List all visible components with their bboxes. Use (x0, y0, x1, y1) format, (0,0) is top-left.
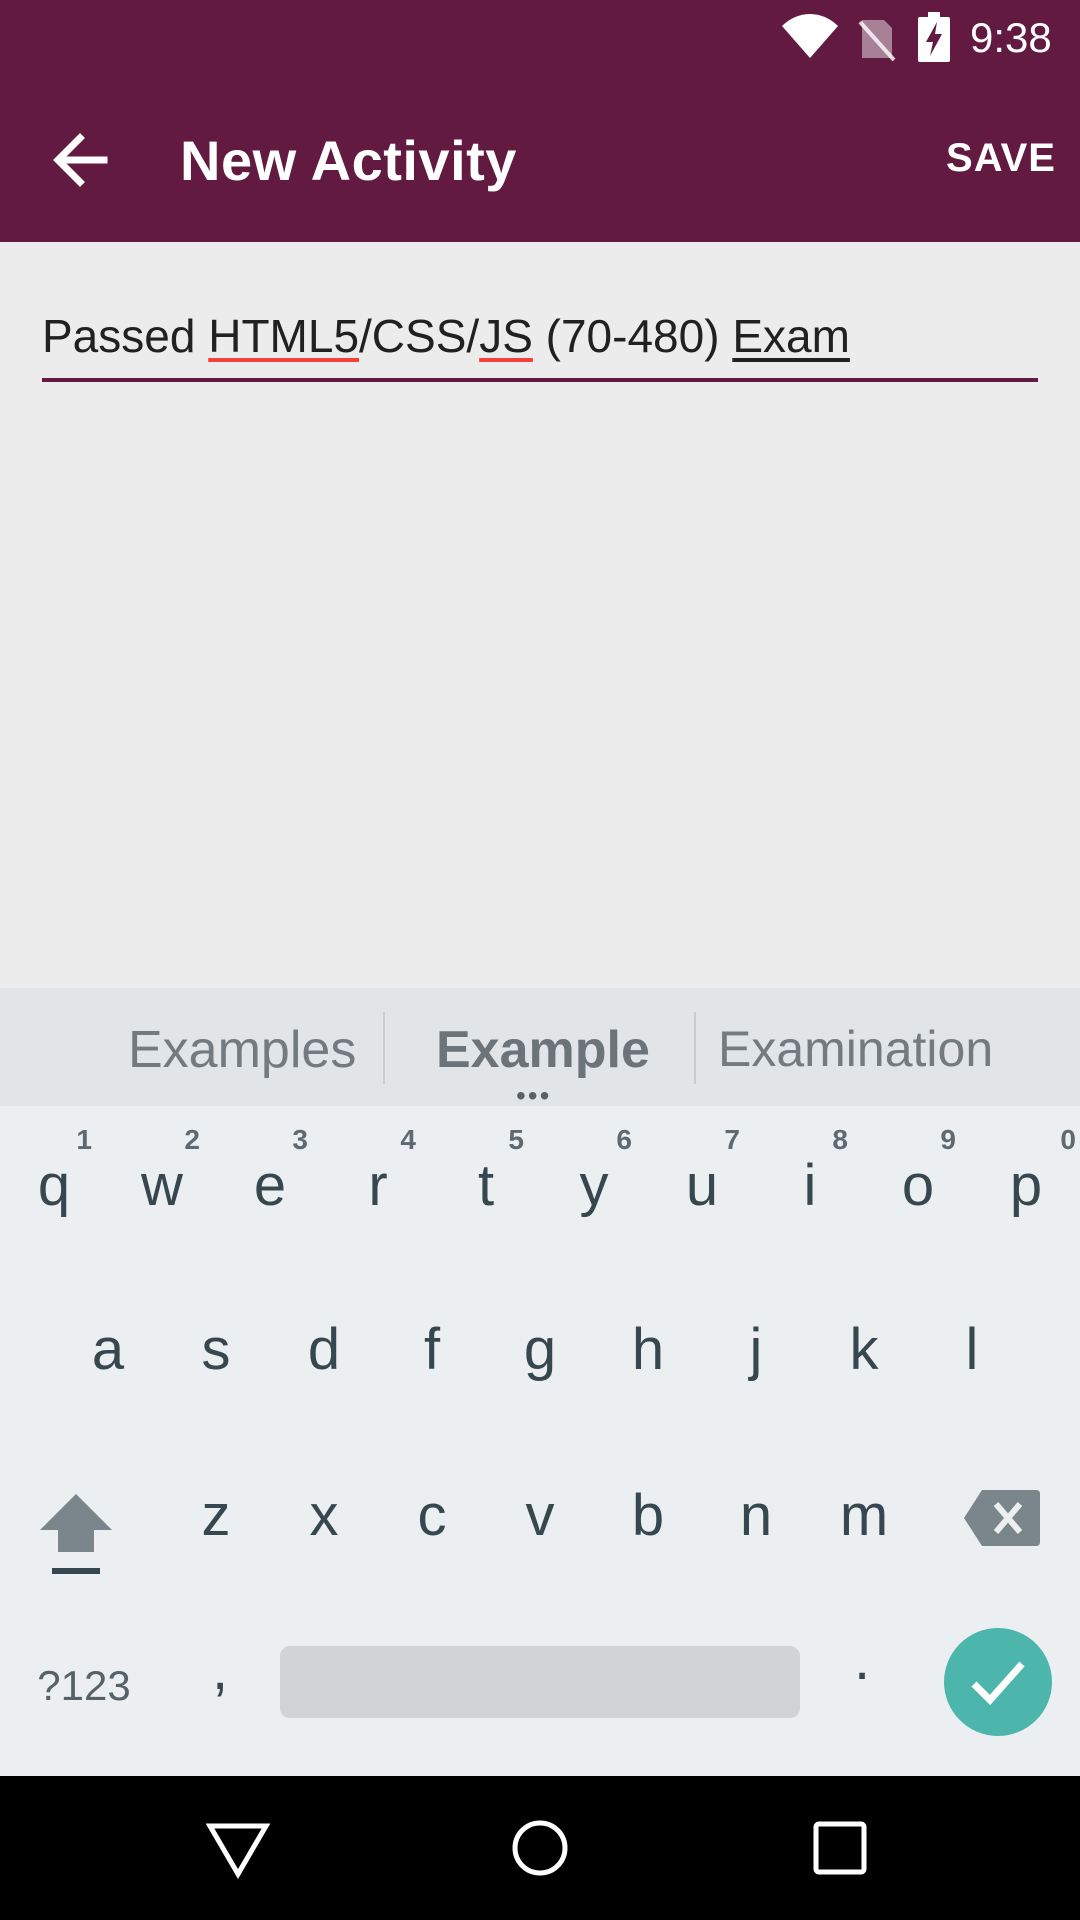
key-v[interactable]: v (486, 1436, 594, 1586)
text-part: /CSS/ (359, 310, 480, 362)
key-label: i (803, 1153, 817, 1218)
check-icon (971, 1661, 1025, 1706)
composing-word: Exam (732, 310, 850, 362)
key-label: a (91, 1317, 125, 1382)
page-title: New Activity (180, 129, 517, 192)
period-key[interactable]: . (842, 1626, 882, 1716)
key-label: o (901, 1153, 935, 1218)
key-m[interactable]: m (810, 1436, 918, 1586)
status-time: 9:38 (970, 14, 1052, 61)
key-label: g (523, 1317, 557, 1382)
arrow-back-icon[interactable] (50, 130, 110, 190)
key-a[interactable]: a (54, 1270, 162, 1420)
key-b[interactable]: b (594, 1436, 702, 1586)
key-label: s (201, 1317, 231, 1382)
status-bar: 9:38 (0, 0, 1080, 78)
key-c[interactable]: c (378, 1436, 486, 1586)
key-u[interactable]: 7u (648, 1106, 756, 1256)
symbols-key[interactable]: ?123 (24, 1650, 144, 1722)
key-label: y (579, 1153, 609, 1218)
key-r[interactable]: 4r (324, 1106, 432, 1256)
key-label: f (423, 1317, 441, 1382)
key-l[interactable]: l (918, 1270, 1026, 1420)
nav-back-icon[interactable] (205, 1816, 271, 1880)
key-label: x (309, 1483, 339, 1548)
suggestion-example[interactable]: Example (436, 1020, 650, 1080)
activity-name-text[interactable]: Passed HTML5/CSS/JS (70-480) Exam (42, 306, 1038, 366)
key-label: c (417, 1483, 447, 1548)
key-label: h (631, 1317, 665, 1382)
key-label: l (965, 1317, 979, 1382)
key-label: k (849, 1317, 879, 1382)
backspace-icon[interactable] (964, 1490, 1040, 1546)
nav-recents-icon[interactable] (808, 1816, 872, 1880)
key-d[interactable]: d (270, 1270, 378, 1420)
key-p[interactable]: 0p (972, 1106, 1080, 1256)
battery-charging-icon (918, 12, 950, 67)
key-label: w (141, 1153, 183, 1218)
screen: 9:38 New Activity SAVE Passed HTML5/CSS/… (0, 0, 1080, 1920)
shift-icon[interactable] (36, 1486, 116, 1586)
key-i[interactable]: 8i (756, 1106, 864, 1256)
key-label: m (839, 1483, 889, 1548)
text-part: Passed (42, 310, 209, 362)
key-w[interactable]: 2w (108, 1106, 216, 1256)
key-n[interactable]: n (702, 1436, 810, 1586)
key-label: n (739, 1483, 773, 1548)
suggestion-examination[interactable]: Examination (718, 1020, 993, 1078)
keyboard: 1q 2w 3e 4r 5t 6y 7u 8i 9o 0p a s d f g … (0, 1106, 1080, 1776)
navigation-bar (0, 1776, 1080, 1920)
key-g[interactable]: g (486, 1270, 594, 1420)
key-h[interactable]: h (594, 1270, 702, 1420)
no-sim-icon (858, 16, 896, 67)
key-label: t (477, 1153, 495, 1218)
key-label: d (307, 1317, 341, 1382)
key-label: p (1009, 1153, 1043, 1218)
space-bar[interactable] (280, 1646, 800, 1718)
activity-name-field[interactable]: Passed HTML5/CSS/JS (70-480) Exam (42, 306, 1038, 382)
key-j[interactable]: j (702, 1270, 810, 1420)
key-label: e (253, 1153, 287, 1218)
key-label: r (368, 1153, 388, 1218)
key-x[interactable]: x (270, 1436, 378, 1586)
text-part: (70-480) (532, 310, 733, 362)
enter-button[interactable] (944, 1628, 1052, 1736)
misspelled-word: JS (479, 310, 533, 362)
key-e[interactable]: 3e (216, 1106, 324, 1256)
key-label: b (631, 1483, 665, 1548)
key-label: z (201, 1483, 231, 1548)
wifi-icon (782, 14, 838, 63)
key-label: v (525, 1483, 555, 1548)
key-f[interactable]: f (378, 1270, 486, 1420)
suggestion-divider (694, 1012, 696, 1084)
nav-home-icon[interactable] (508, 1816, 572, 1880)
key-label: u (685, 1153, 719, 1218)
key-label: j (749, 1317, 763, 1382)
misspelled-word: HTML5 (208, 310, 360, 362)
suggestion-examples[interactable]: Examples (128, 1020, 356, 1080)
suggestion-divider (383, 1012, 385, 1084)
key-s[interactable]: s (162, 1270, 270, 1420)
key-o[interactable]: 9o (864, 1106, 972, 1256)
save-button[interactable]: SAVE (946, 136, 1056, 181)
app-bar: New Activity SAVE (0, 78, 1080, 242)
key-t[interactable]: 5t (432, 1106, 540, 1256)
key-k[interactable]: k (810, 1270, 918, 1420)
suggestion-strip: Examples Example Examination ••• (0, 988, 1080, 1111)
key-z[interactable]: z (162, 1436, 270, 1586)
key-label: q (37, 1153, 71, 1218)
comma-key[interactable]: , (190, 1636, 250, 1716)
key-q[interactable]: 1q (0, 1106, 108, 1256)
key-y[interactable]: 6y (540, 1106, 648, 1256)
